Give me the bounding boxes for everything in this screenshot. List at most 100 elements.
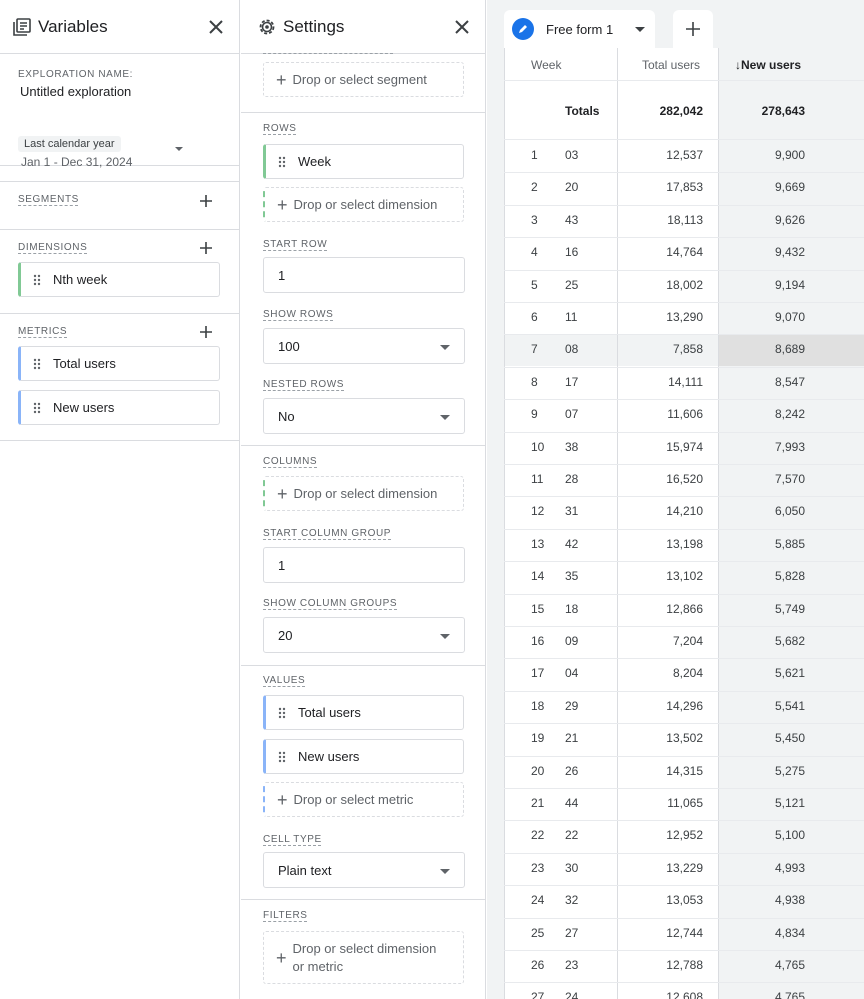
header-divider [504,80,864,81]
tab-menu-caret-icon[interactable] [635,27,645,32]
table-row[interactable]: 19 21 13,502 5,450 [504,723,864,755]
table-row[interactable]: 24 32 13,053 4,938 [504,885,864,917]
table-row[interactable]: 13 42 13,198 5,885 [504,529,864,561]
table-row[interactable]: 21 44 11,065 5,121 [504,788,864,820]
row-chip-label: Week [298,154,331,169]
table-row[interactable]: 11 28 16,520 7,570 [504,464,864,496]
date-range-picker[interactable]: Last calendar year Jan 1 - Dec 31, 2024 [0,112,240,182]
table-row[interactable]: 8 17 14,111 8,547 [504,367,864,399]
table-row[interactable]: 2 20 17,853 9,669 [504,172,864,204]
rows-caption: ROWS [263,123,297,134]
value-chip-new-users[interactable]: New users [263,739,464,774]
start-row-input[interactable]: 1 [263,257,465,293]
row-index: 4 [531,245,538,260]
cell-new-users: 9,432 [774,245,805,260]
table-row[interactable]: 6 11 13,290 9,070 [504,302,864,334]
close-variables-icon[interactable] [205,16,227,38]
row-index: 17 [531,666,545,681]
values-drop-label: Drop or select metric [293,792,414,807]
table-row[interactable]: 9 07 11,606 8,242 [504,399,864,431]
exploration-name-field[interactable]: Untitled exploration [20,84,221,99]
row-index: 1 [531,148,538,162]
row-index: 5 [531,277,538,292]
date-preset-chip: Last calendar year [18,136,121,152]
table-row[interactable]: 22 22 12,952 5,100 [504,820,864,852]
metric-chip-total-users[interactable]: Total users [18,346,220,381]
show-column-groups-value: 20 [278,627,293,643]
table-row[interactable]: 27 24 12,608 4,765 [504,982,864,999]
cell-week: 18 [565,601,579,616]
cell-new-users: 5,621 [774,666,805,681]
cell-week: 03 [565,148,579,162]
drag-handle-icon [278,707,286,719]
cell-total-users: 14,296 [666,698,703,713]
header-total-users[interactable]: Total users [642,58,700,72]
header-week[interactable]: Week [531,58,561,72]
table-row[interactable]: 23 30 13,229 4,993 [504,853,864,885]
row-index: 26 [531,958,545,972]
cell-week: 27 [565,925,579,940]
dimension-chip[interactable]: Nth week [18,262,220,297]
add-segment-icon[interactable] [198,193,214,209]
cell-week: 30 [565,860,579,875]
table-row[interactable]: 17 04 8,204 5,621 [504,658,864,690]
add-metric-icon[interactable] [198,324,214,340]
table-row[interactable]: 16 09 7,204 5,682 [504,626,864,658]
cell-type-select[interactable]: Plain text [263,852,465,888]
table-row[interactable]: 5 25 18,002 9,194 [504,270,864,302]
metric-label: Total users [53,356,116,371]
cell-new-users: 7,993 [774,439,805,454]
cell-week: 26 [565,763,579,778]
cell-total-users: 17,853 [666,180,703,195]
date-dropdown-caret-icon[interactable] [175,147,183,151]
table-row[interactable]: 26 23 12,788 4,765 [504,950,864,982]
table-row[interactable]: 14 35 13,102 5,828 [504,561,864,593]
cell-total-users: 12,608 [666,990,703,999]
header-new-users[interactable]: ↓New users [735,58,801,72]
table-row[interactable]: 15 18 12,866 5,749 [504,594,864,626]
table-row[interactable]: 7 08 7,858 8,689 [504,334,864,366]
plus-icon: + [276,69,287,90]
close-settings-icon[interactable] [451,16,473,38]
row-chip-week[interactable]: Week [263,144,464,179]
table-row[interactable]: 1 03 12,537 9,900 [504,140,864,172]
columns-drop-target[interactable]: + Drop or select dimension [263,476,464,511]
cell-week: 23 [565,958,579,972]
metric-chip-new-users[interactable]: New users [18,390,220,425]
library-books-icon [12,17,32,37]
table-row[interactable]: 12 31 14,210 6,050 [504,496,864,528]
rows-drop-target[interactable]: + Drop or select dimension [263,187,464,222]
segment-drop-label: Drop or select segment [292,72,427,87]
cell-total-users: 14,210 [666,504,703,519]
table-row[interactable]: 10 38 15,974 7,993 [504,432,864,464]
show-rows-select[interactable]: 100 [263,328,465,364]
add-dimension-icon[interactable] [198,240,214,256]
value-chip-total-users[interactable]: Total users [263,695,464,730]
start-column-group-input[interactable]: 1 [263,547,465,583]
add-tab-button[interactable] [673,10,713,48]
cell-week: 20 [565,180,579,195]
table-row[interactable]: 18 29 14,296 5,541 [504,691,864,723]
drag-handle-icon [278,751,286,763]
plus-icon [686,22,700,36]
cell-new-users: 8,547 [774,374,805,389]
table-row[interactable]: 3 43 18,113 9,626 [504,205,864,237]
row-index: 2 [531,180,538,195]
cell-total-users: 12,744 [666,925,703,940]
cell-new-users: 5,100 [774,828,805,843]
row-index: 27 [531,990,545,999]
table-row[interactable]: 20 26 14,315 5,275 [504,756,864,788]
table-row[interactable]: 25 27 12,744 4,834 [504,918,864,950]
show-column-groups-select[interactable]: 20 [263,617,465,653]
segment-drop-target[interactable]: + Drop or select segment [263,62,464,97]
nested-rows-select[interactable]: No [263,398,465,434]
row-index: 18 [531,698,545,713]
cell-new-users: 5,541 [774,698,805,713]
settings-title: Settings [283,16,345,36]
filters-drop-target[interactable]: + Drop or select dimension or metric [263,931,464,984]
values-caption: VALUES [263,675,306,686]
table-row[interactable]: 4 16 14,764 9,432 [504,237,864,269]
values-drop-target[interactable]: + Drop or select metric [263,782,464,817]
tab-free-form-1[interactable]: Free form 1 [504,10,655,48]
cell-total-users: 11,606 [667,407,703,422]
